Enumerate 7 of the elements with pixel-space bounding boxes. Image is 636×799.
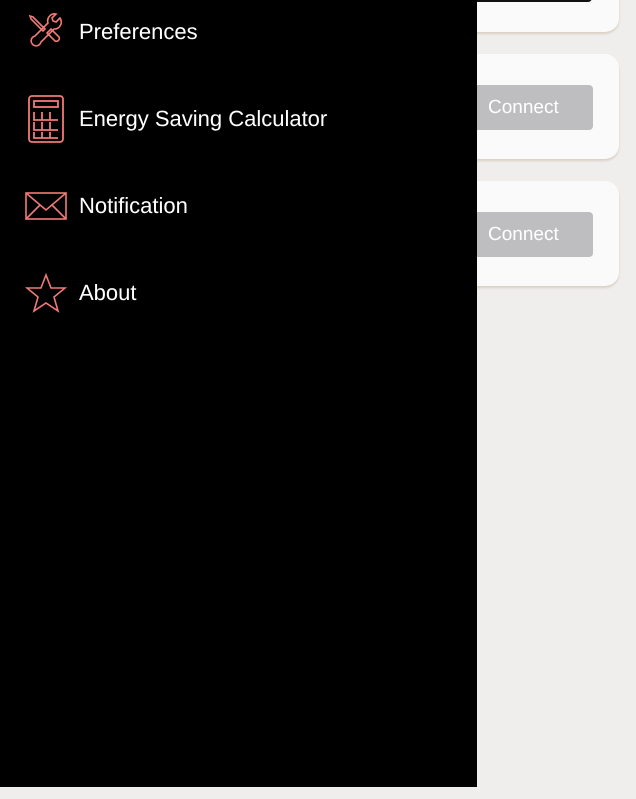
- calculator-icon: [27, 94, 65, 144]
- envelope-icon: [25, 192, 67, 220]
- star-icon: [25, 272, 67, 312]
- menu-item-label[interactable]: Preferences: [79, 18, 198, 44]
- menu-item-label[interactable]: Notification: [79, 192, 188, 218]
- menu-item-label[interactable]: About: [79, 280, 136, 306]
- menu-item-label[interactable]: Energy Saving Calculator: [79, 106, 328, 132]
